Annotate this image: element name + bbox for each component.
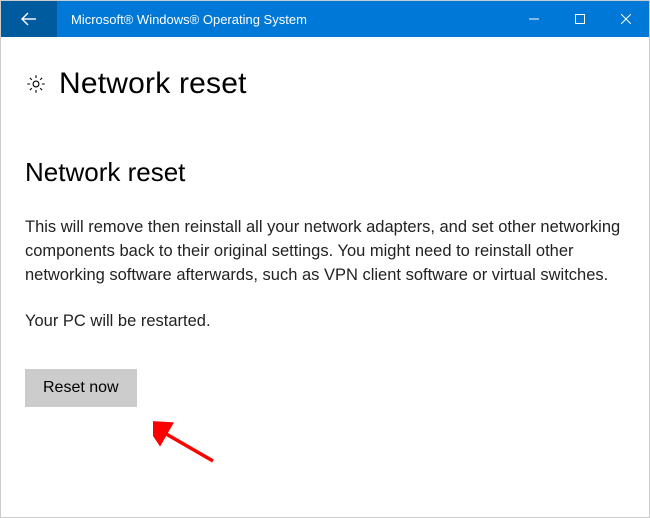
window-titlebar: Microsoft® Windows® Operating System bbox=[1, 1, 649, 37]
close-icon bbox=[621, 14, 631, 24]
window-title: Microsoft® Windows® Operating System bbox=[57, 12, 511, 27]
description-text: This will remove then reinstall all your… bbox=[25, 216, 625, 288]
reset-now-button[interactable]: Reset now bbox=[25, 369, 137, 407]
back-button[interactable] bbox=[1, 1, 57, 37]
section-title: Network reset bbox=[25, 157, 625, 188]
maximize-icon bbox=[575, 14, 585, 24]
minimize-button[interactable] bbox=[511, 1, 557, 37]
arrow-left-icon bbox=[19, 9, 39, 29]
restart-note: Your PC will be restarted. bbox=[25, 312, 625, 331]
page-title: Network reset bbox=[59, 67, 247, 101]
content-area: Network reset Network reset This will re… bbox=[1, 37, 649, 431]
close-button[interactable] bbox=[603, 1, 649, 37]
minimize-icon bbox=[529, 14, 539, 24]
gear-icon bbox=[25, 73, 47, 95]
page-header: Network reset bbox=[25, 67, 625, 101]
maximize-button[interactable] bbox=[557, 1, 603, 37]
